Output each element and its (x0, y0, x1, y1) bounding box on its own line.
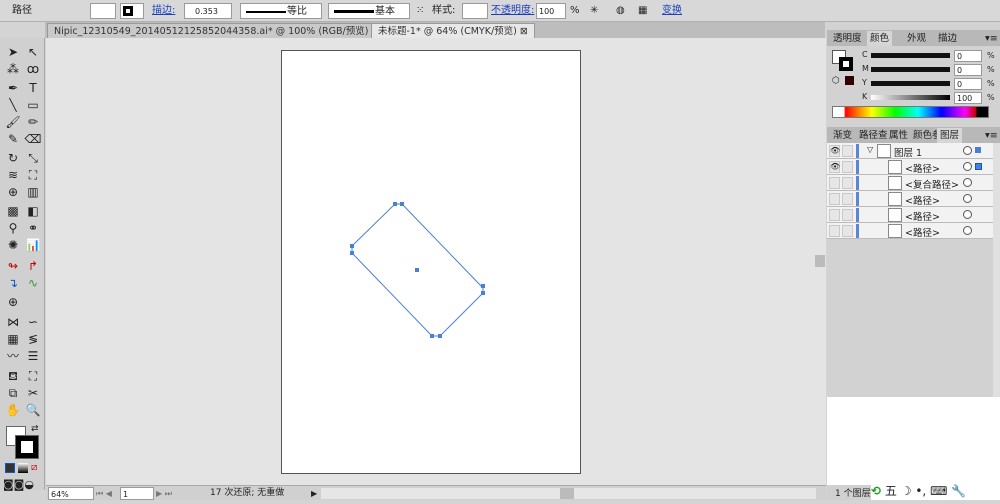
ime-keyboard-icon[interactable]: ⌨ (930, 484, 947, 498)
sublayer-name: <路径> (905, 196, 940, 207)
ime-punct-icon[interactable]: •, (915, 484, 926, 498)
vertical-scroll-thumb[interactable] (815, 255, 825, 267)
ime-toolbar[interactable]: ⟲ 五 ☽ •, ⌨ 🔧 (871, 482, 1000, 500)
tab-attributes[interactable]: 属性 (886, 128, 911, 143)
unit: % (987, 65, 995, 74)
panel-stroke-swatch[interactable] (839, 57, 853, 71)
panel-menu-icon[interactable]: ▾≡ (982, 128, 1000, 143)
selection-indicator (975, 163, 982, 170)
c-slider[interactable] (871, 53, 950, 58)
empty-area (827, 397, 1000, 485)
center-point (415, 268, 419, 272)
unit: % (987, 93, 995, 102)
eye-toggle[interactable] (829, 177, 840, 189)
next-last-page-buttons[interactable]: ▶ ⏭ (156, 487, 172, 500)
lock-toggle[interactable] (842, 145, 853, 157)
tab-color[interactable]: 颜色 (867, 31, 893, 46)
channel-label: C (862, 50, 868, 59)
zoom-dropdown[interactable]: 64% (48, 487, 94, 500)
sublayer-name: <路径> (905, 164, 940, 175)
anchor-points[interactable] (350, 202, 485, 338)
eye-toggle[interactable] (829, 225, 840, 237)
gamut-swatch[interactable] (845, 76, 854, 85)
ime-logo-icon[interactable]: ⟲ (871, 484, 881, 498)
lock-toggle[interactable] (842, 193, 853, 205)
eye-icon[interactable]: 👁 (829, 145, 840, 157)
unit: % (987, 51, 995, 60)
tab-appearance[interactable]: 外观 (904, 31, 929, 46)
unit: % (987, 79, 995, 88)
lock-toggle[interactable] (842, 161, 853, 173)
first-prev-page-buttons[interactable]: ⏮ ◀ (96, 487, 112, 500)
lock-toggle[interactable] (842, 177, 853, 189)
layer-row-1[interactable]: 👁 ▽ 图层 1 (827, 143, 1000, 159)
color-panel-tabs: 透明度 颜色 外观 描边 ▾≡ (827, 30, 1000, 46)
layers-footer: 1 个图层 ⟲ 五 ☽ •, ⌨ 🔧 (827, 482, 1000, 500)
horizontal-scroll-thumb[interactable] (560, 488, 574, 499)
sublayer-name: <路径> (905, 228, 940, 239)
out-of-gamut-icon[interactable]: ⬡ (832, 76, 840, 86)
color-spectrum-bar[interactable] (832, 106, 989, 118)
channel-label: M (862, 64, 869, 73)
panel-menu-icon[interactable]: ▾≡ (982, 31, 1000, 46)
sublayer-row[interactable]: <路径> (827, 223, 1000, 239)
lock-toggle[interactable] (842, 209, 853, 221)
layer-name: 图层 1 (894, 148, 923, 159)
eye-toggle[interactable] (829, 209, 840, 221)
sublayer-row[interactable]: <路径> (827, 191, 1000, 207)
status-text: 17 次还原; 无重做 (210, 488, 285, 498)
y-input[interactable]: 0 (954, 78, 982, 90)
page-dropdown[interactable]: 1 (120, 487, 154, 500)
k-slider[interactable] (871, 95, 950, 100)
right-panel-dock: 透明度 颜色 外观 描边 ▾≡ ⬡ C 0% M 0% Y 0% K 100% 渐变 路… (827, 22, 1000, 397)
ime-tool-icon[interactable]: 🔧 (951, 484, 966, 498)
tab-gradient[interactable]: 渐变 (830, 128, 855, 143)
c-input[interactable]: 0 (954, 50, 982, 62)
tab-transparency[interactable]: 透明度 (830, 31, 865, 46)
layer-count: 1 个图层 (835, 489, 871, 499)
expand-triangle-icon[interactable]: ▽ (867, 145, 873, 154)
eye-icon[interactable]: 👁 (829, 161, 840, 173)
sublayer-name: <路径> (905, 212, 940, 223)
m-slider[interactable] (871, 67, 950, 72)
k-input[interactable]: 100 (954, 92, 982, 104)
tab-stroke[interactable]: 描边 (935, 31, 960, 46)
ime-moon-icon[interactable]: ☽ (901, 484, 912, 498)
layers-scrollbar[interactable] (993, 143, 1000, 397)
sublayer-name: <复合路径> (905, 180, 959, 191)
eye-toggle[interactable] (829, 193, 840, 205)
channel-label: Y (862, 78, 867, 87)
sublayer-row[interactable]: <复合路径> (827, 175, 1000, 191)
m-input[interactable]: 0 (954, 64, 982, 76)
channel-label: K (862, 92, 868, 101)
lock-toggle[interactable] (842, 225, 853, 237)
sublayer-row[interactable]: <路径> (827, 207, 1000, 223)
selection-indicator (975, 147, 981, 153)
status-bar: 64% ⏮ ◀ 1 ▶ ⏭ 17 次还原; 无重做 ▶ (46, 485, 826, 500)
sublayer-row[interactable]: 👁 <路径> (827, 159, 1000, 175)
ime-chinese-mode-icon[interactable]: 五 (885, 484, 897, 498)
y-slider[interactable] (871, 81, 950, 86)
tab-layers[interactable]: 图层 (937, 128, 963, 143)
layers-panel-tabs: 渐变 路径查 属性 颜色参 图层 ▾≡ (827, 127, 1000, 143)
status-menu-arrow[interactable]: ▶ (311, 487, 317, 500)
